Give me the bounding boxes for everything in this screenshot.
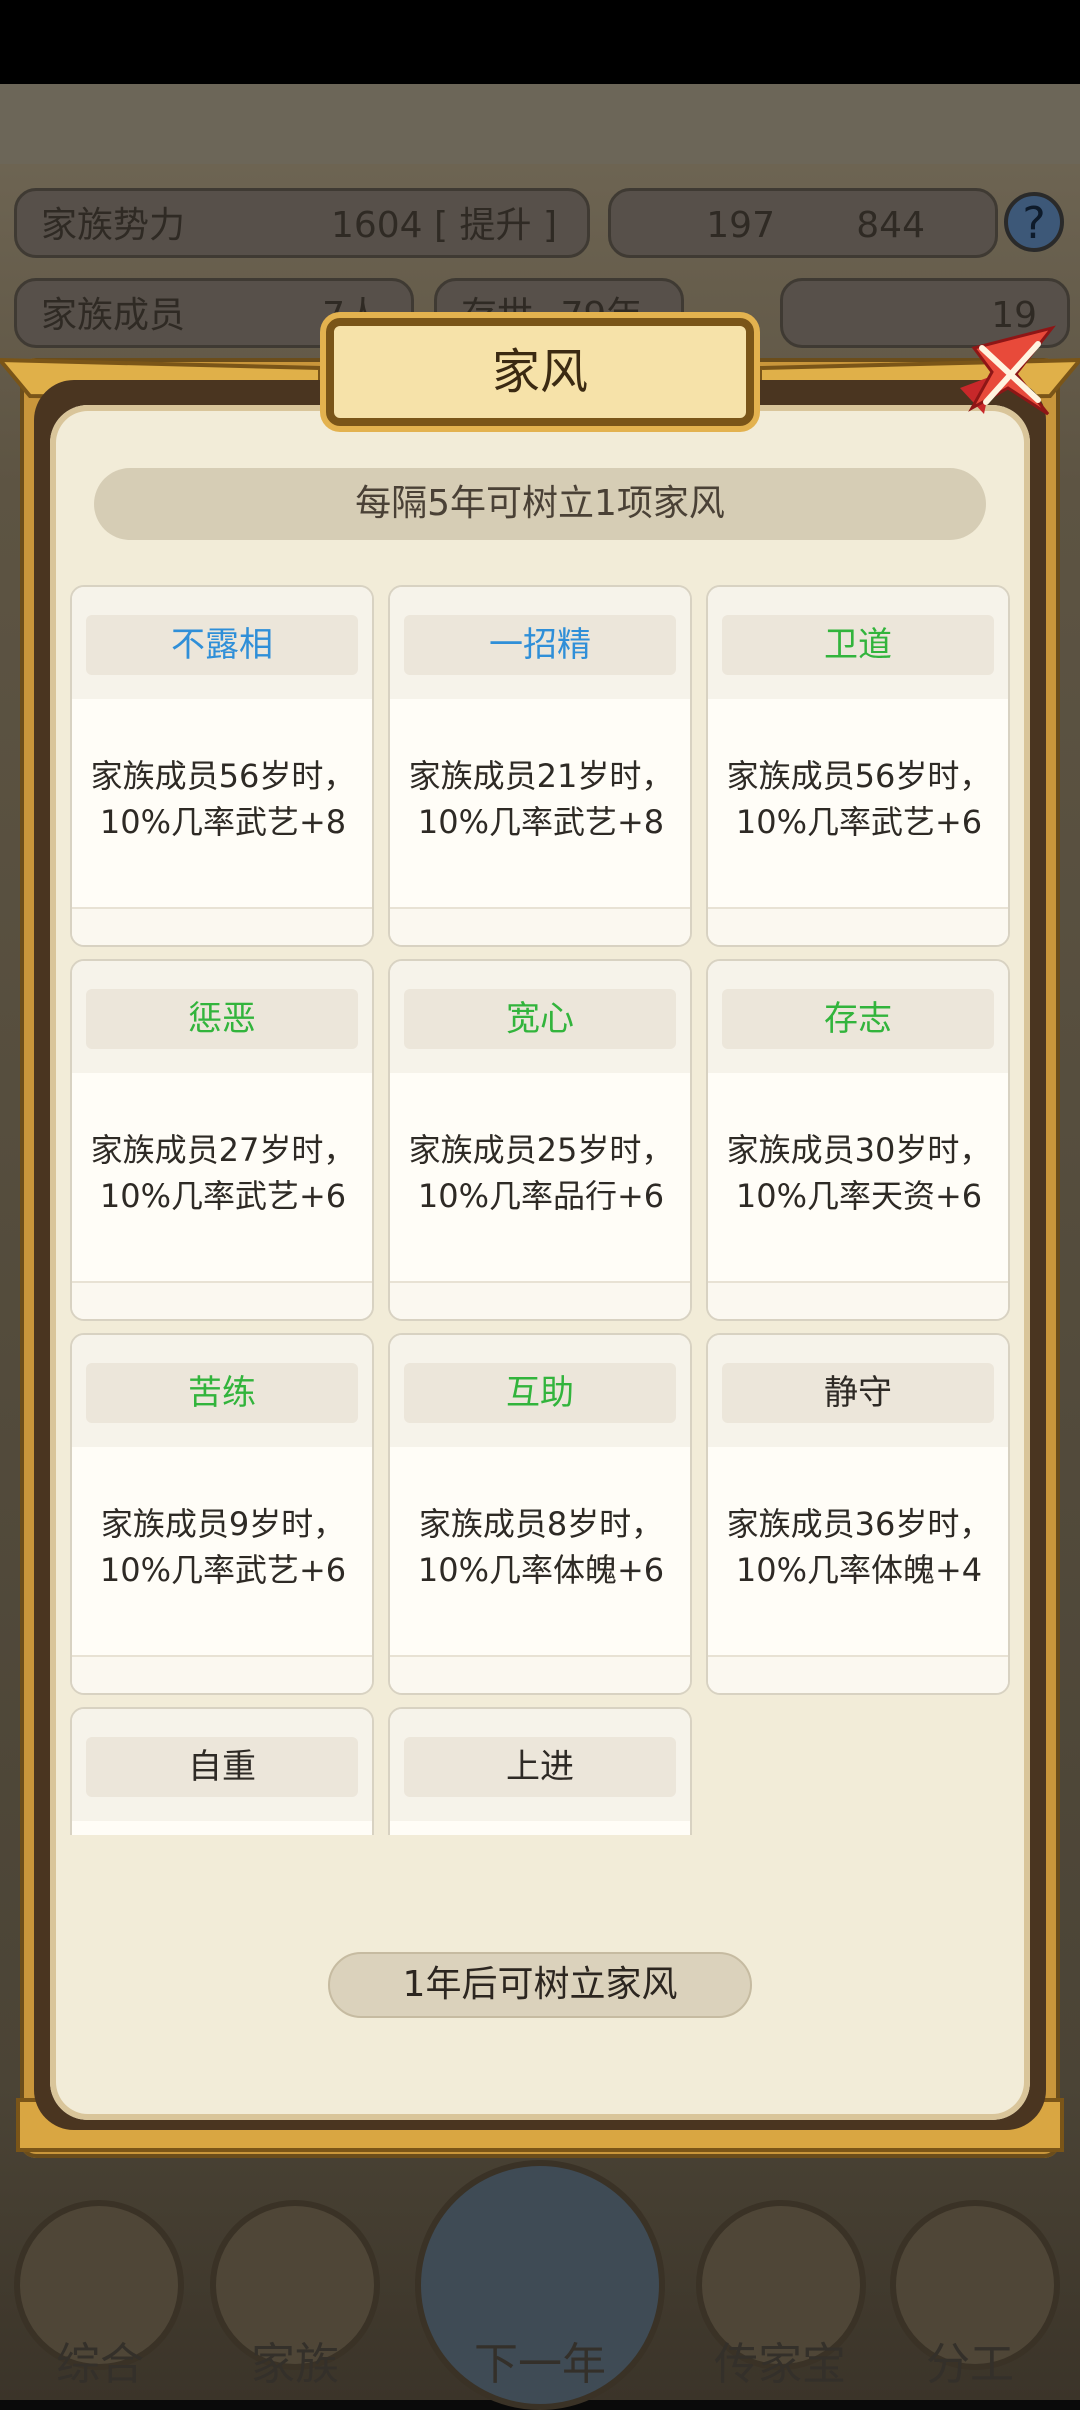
card-title: 不露相 bbox=[86, 615, 358, 675]
family-power-value: 1604 [ 提升 ] bbox=[330, 205, 557, 246]
card-title: 静守 bbox=[722, 1363, 994, 1423]
family-power-label: 家族势力 bbox=[41, 205, 186, 246]
card-desc: 家族成员30岁时，10%几率天资+6 bbox=[726, 1131, 992, 1215]
card-desc: 家族成员9岁时，10%几率武艺+6 bbox=[99, 1505, 347, 1589]
card-desc: 家族成员56岁时，10%几率武艺+8 bbox=[90, 757, 356, 841]
close-icon[interactable] bbox=[952, 318, 1062, 428]
nav-family-label: 家族 bbox=[251, 2339, 339, 2390]
nav-division-label: 分工 bbox=[926, 2339, 1014, 2390]
card-desc: 家族成员56岁时，10%几率武艺+6 bbox=[726, 757, 992, 841]
status-bar bbox=[0, 0, 1080, 84]
cooldown-hint: 1年后可树立家风 bbox=[328, 1952, 752, 2018]
card-title: 一招精 bbox=[404, 615, 676, 675]
family-members-label: 家族成员 bbox=[41, 295, 186, 336]
style-card-shangjin[interactable]: 上进 bbox=[388, 1707, 692, 1835]
coins-value: 844 bbox=[856, 205, 925, 246]
card-desc: 家族成员8岁时，10%几率体魄+6 bbox=[417, 1505, 665, 1589]
help-button[interactable]: ? bbox=[1004, 192, 1064, 252]
style-card-chenge[interactable]: 惩恶 家族成员27岁时，10%几率武艺+6 bbox=[70, 959, 374, 1321]
card-title: 自重 bbox=[86, 1737, 358, 1797]
nav-overview-label: 综合 bbox=[56, 2339, 144, 2390]
card-title: 上进 bbox=[404, 1737, 676, 1797]
card-desc: 家族成员27岁时，10%几率武艺+6 bbox=[90, 1131, 356, 1215]
style-card-kuanxin[interactable]: 宽心 家族成员25岁时，10%几率品行+6 bbox=[388, 959, 692, 1321]
card-title: 存志 bbox=[722, 989, 994, 1049]
nav-next-year-label: 下一年 bbox=[474, 2339, 606, 2390]
nav-heirloom-label: 传家宝 bbox=[714, 2339, 846, 2390]
top-band bbox=[0, 84, 1080, 164]
establish-hint: 每隔5年可树立1项家风 bbox=[94, 468, 986, 540]
card-title: 卫道 bbox=[722, 615, 994, 675]
card-title: 惩恶 bbox=[86, 989, 358, 1049]
style-card-zizhong[interactable]: 自重 bbox=[70, 1707, 374, 1835]
style-card-jingshou[interactable]: 静守 家族成员36岁时，10%几率体魄+4 bbox=[706, 1333, 1010, 1695]
style-card-yizhaojing[interactable]: 一招精 家族成员21岁时，10%几率武艺+8 bbox=[388, 585, 692, 947]
card-title: 苦练 bbox=[86, 1363, 358, 1423]
bottom-nav: 综合 家族 下一年 传家宝 分工 bbox=[0, 2150, 1080, 2410]
modal-title: 家风 bbox=[491, 344, 588, 400]
currency-stat: 844 197 bbox=[608, 188, 998, 258]
card-title: 宽心 bbox=[404, 989, 676, 1049]
style-card-bulouxiang[interactable]: 不露相 家族成员56岁时，10%几率武艺+8 bbox=[70, 585, 374, 947]
card-desc: 家族成员36岁时，10%几率体魄+4 bbox=[726, 1505, 992, 1589]
style-card-cunzhi[interactable]: 存志 家族成员30岁时，10%几率天资+6 bbox=[706, 959, 1010, 1321]
family-power-stat: 家族势力 1604 [ 提升 ] bbox=[14, 188, 590, 258]
style-card-weidao[interactable]: 卫道 家族成员56岁时，10%几率武艺+6 bbox=[706, 585, 1010, 947]
card-title: 互助 bbox=[404, 1363, 676, 1423]
style-card-huzhu[interactable]: 互助 家族成员8岁时，10%几率体魄+6 bbox=[388, 1333, 692, 1695]
card-desc: 家族成员25岁时，10%几率品行+6 bbox=[408, 1131, 674, 1215]
card-desc: 家族成员21岁时，10%几率武艺+8 bbox=[408, 757, 674, 841]
style-card-kulian[interactable]: 苦练 家族成员9岁时，10%几率武艺+6 bbox=[70, 1333, 374, 1695]
family-style-list[interactable]: 不露相 家族成员56岁时，10%几率武艺+8 一招精 家族成员21岁时，10%几… bbox=[70, 585, 1010, 1835]
silver-value: 197 bbox=[706, 205, 775, 246]
